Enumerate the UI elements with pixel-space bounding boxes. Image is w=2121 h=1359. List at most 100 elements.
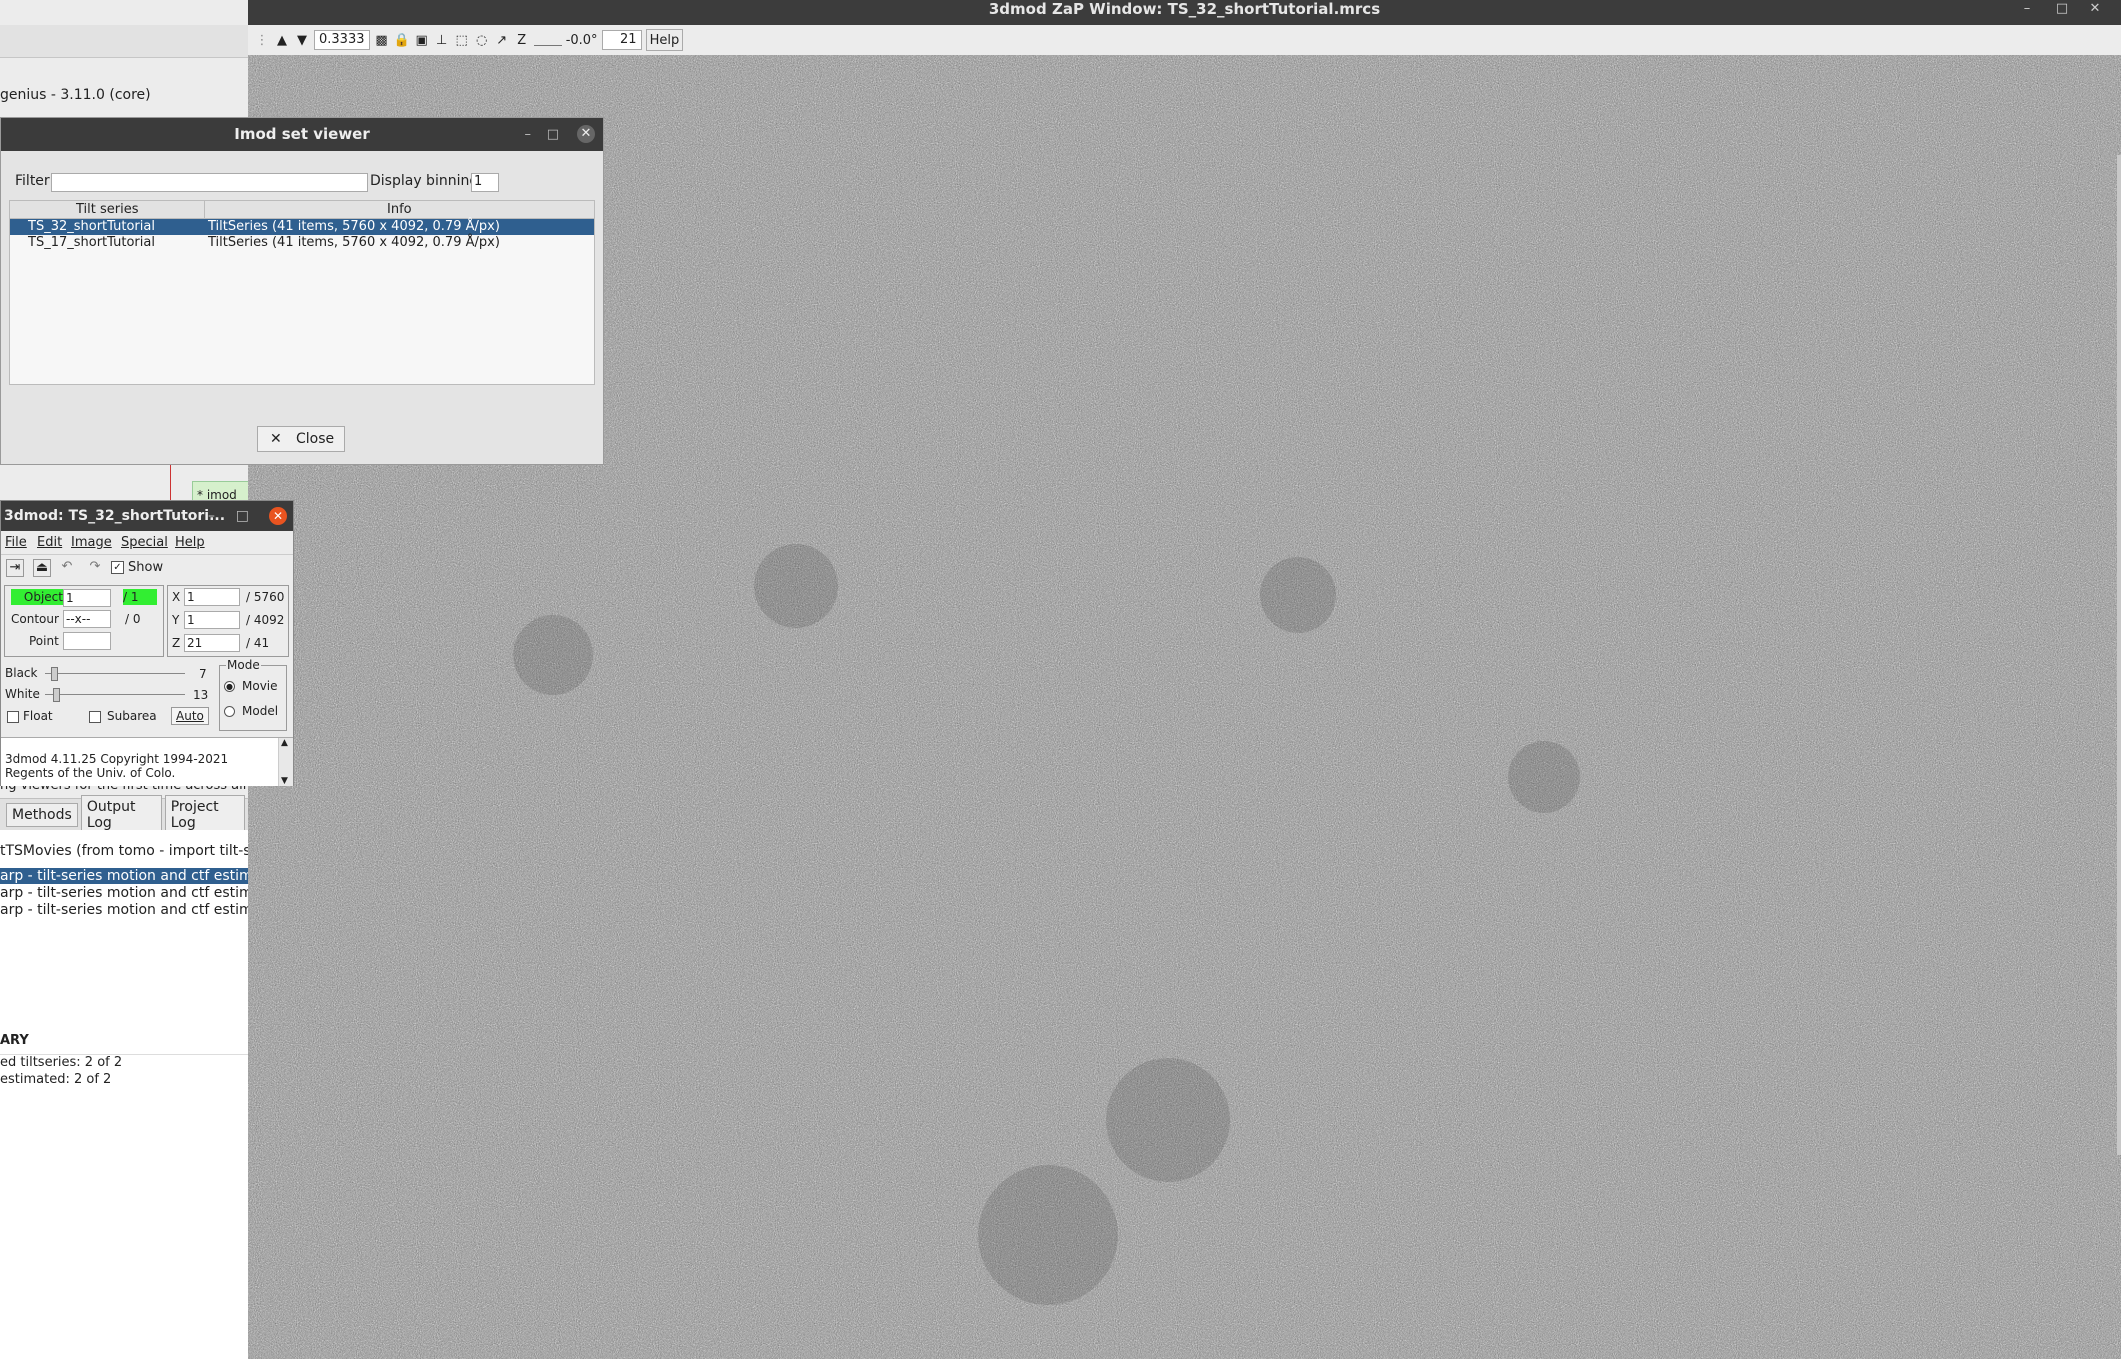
version-line: genius - 3.11.0 (core)	[0, 87, 151, 103]
object-spinbox[interactable]: 1	[63, 589, 111, 607]
zoom-up-arrow-icon[interactable]: ▲	[274, 30, 290, 50]
z-spinbox[interactable]: 21	[184, 634, 240, 652]
toolbar-grip-icon: ⋮	[255, 32, 269, 48]
bg-tabs-bar: Methods Output Log Project Log	[0, 795, 248, 835]
binning-input[interactable]: 1	[471, 173, 499, 192]
minimize-icon[interactable]: –	[208, 501, 215, 531]
minimize-icon[interactable]: –	[2013, 0, 2041, 18]
white-label: White	[5, 687, 40, 701]
xyz-box: X 1 / 5760 Y 1 / 4092 Z 21 / 41	[167, 585, 289, 657]
maximize-icon[interactable]: □	[236, 501, 249, 531]
mode-group: Mode ● Movie Model	[219, 658, 287, 731]
menu-help[interactable]: Help	[175, 532, 205, 554]
filter-label: Filter	[15, 173, 50, 189]
zap-window-titlebar: 3dmod ZaP Window: TS_32_shortTutorial.mr…	[248, 0, 2121, 25]
menu-bar: File Edit Image Special Help	[1, 532, 293, 555]
tab-methods[interactable]: Methods	[6, 803, 78, 827]
run-item[interactable]: arp - tilt-series motion and ctf estimat…	[0, 885, 279, 901]
set-viewer-titlebar: Imod set viewer – □ ✕	[1, 118, 603, 151]
y-total: / 4092	[246, 613, 285, 627]
close-icon[interactable]: ✕	[269, 507, 287, 525]
menu-file[interactable]: File	[5, 532, 27, 554]
tilt-series-table: Tilt series Info TS_32_shortTutorial Til…	[9, 200, 595, 385]
row-name: TS_17_shortTutorial	[28, 235, 155, 250]
raise-windows-icon[interactable]: ⏏	[33, 559, 51, 577]
3dmod-toolbar: ⇥ ⏏ ↶ ↷ ✓ Show	[1, 556, 293, 582]
3dmod-log: 3dmod 4.11.25 Copyright 1994-2021 Regent…	[1, 737, 293, 786]
subarea-label: Subarea	[107, 709, 157, 723]
object-label: Object	[11, 589, 65, 605]
zoom-field[interactable]: 0.3333	[314, 30, 370, 50]
imod-set-viewer-dialog: Imod set viewer – □ ✕ Filter Display bin…	[0, 117, 604, 465]
menu-special[interactable]: Special	[121, 532, 168, 554]
zap-toolbar: ⋮ ▲ ▼ 0.3333 ▩ 🔒 ▣ ⊥ ⬚ ◌ ↗ Z -0.0° 21 He…	[248, 25, 2121, 56]
close-button[interactable]: ✕ Close	[257, 426, 345, 452]
tab-project-log[interactable]: Project Log	[164, 795, 245, 835]
maximize-icon[interactable]: □	[2048, 0, 2076, 18]
table-row[interactable]: TS_32_shortTutorial TiltSeries (41 items…	[10, 219, 594, 235]
undo-icon[interactable]: ↶	[59, 559, 75, 575]
keep-on-top-icon[interactable]: ⇥	[6, 559, 24, 577]
scroll-up-icon[interactable]: ▲	[281, 738, 288, 748]
table-row[interactable]: TS_17_shortTutorial TiltSeries (41 items…	[10, 235, 594, 251]
white-slider-handle[interactable]	[53, 688, 60, 702]
redo-icon[interactable]: ↷	[87, 559, 103, 575]
close-icon[interactable]: ✕	[2081, 0, 2109, 18]
zap-window-title: 3dmod ZaP Window: TS_32_shortTutorial.mr…	[988, 0, 1381, 18]
lasso-icon[interactable]: ◌	[474, 30, 490, 50]
black-slider[interactable]	[45, 673, 185, 674]
maximize-icon[interactable]: □	[547, 118, 559, 151]
tab-output-log[interactable]: Output Log	[80, 795, 162, 835]
table-header: Tilt series Info	[10, 201, 594, 219]
angle-slider[interactable]	[533, 35, 562, 46]
help-button[interactable]: Help	[645, 29, 684, 51]
column-divider	[204, 201, 205, 218]
zoom-down-arrow-icon[interactable]: ▼	[294, 30, 310, 50]
white-slider[interactable]	[45, 694, 185, 695]
auto-button[interactable]: Auto	[171, 707, 209, 725]
set-viewer-title: Imod set viewer	[234, 125, 370, 143]
3dmod-titlebar: 3dmod: TS_32_shortTutori... – □ ✕	[1, 501, 293, 531]
y-label: Y	[172, 613, 180, 627]
x-label: X	[172, 590, 181, 604]
3dmod-main-window: 3dmod: TS_32_shortTutori... – □ ✕ File E…	[0, 500, 294, 786]
arrow-icon[interactable]: ↗	[494, 30, 510, 50]
column-header-info[interactable]: Info	[387, 202, 412, 217]
interpolation-toggle-icon[interactable]: ▩	[374, 30, 390, 50]
row-name: TS_32_shortTutorial	[28, 219, 155, 234]
zap-scrollbar[interactable]	[2117, 155, 2121, 1155]
show-checkbox[interactable]: ✓	[111, 561, 124, 574]
point-spinbox[interactable]	[63, 632, 111, 650]
run-item[interactable]: arp - tilt-series motion and ctf estimat…	[0, 902, 279, 918]
scroll-down-icon[interactable]: ▼	[281, 776, 288, 786]
float-checkbox[interactable]	[7, 711, 19, 723]
row-info: TiltSeries (41 items, 5760 x 4092, 0.79 …	[208, 219, 500, 234]
point-label: Point	[29, 634, 59, 648]
run-item[interactable]: arp - tilt-series motion and ctf estimat…	[0, 868, 279, 884]
filter-input[interactable]	[51, 173, 368, 192]
black-slider-handle[interactable]	[51, 667, 58, 681]
column-header-tilt-series[interactable]: Tilt series	[76, 202, 139, 217]
menu-image[interactable]: Image	[71, 532, 112, 554]
log-scrollbar[interactable]: ▲ ▼	[278, 738, 293, 786]
log-line: Regents of the Univ. of Colo.	[5, 766, 176, 780]
contour-spinbox[interactable]: --x--	[63, 610, 111, 628]
lock-icon[interactable]: 🔒	[394, 30, 410, 50]
y-spinbox[interactable]: 1	[184, 611, 240, 629]
close-icon[interactable]: ✕	[577, 125, 595, 143]
z-label: Z	[172, 636, 181, 650]
rubberband-icon[interactable]: ⬚	[454, 30, 470, 50]
summary-line: estimated: 2 of 2	[0, 1072, 112, 1087]
bg-app-header	[0, 25, 248, 58]
menu-edit[interactable]: Edit	[37, 532, 62, 554]
x-total: / 5760	[246, 590, 285, 604]
insert-mode-icon[interactable]: ⊥	[434, 30, 450, 50]
center-toggle-icon[interactable]: ▣	[414, 30, 430, 50]
black-label: Black	[5, 666, 38, 680]
movie-radio[interactable]: ●	[224, 681, 235, 692]
model-radio[interactable]	[224, 706, 235, 717]
x-spinbox[interactable]: 1	[184, 588, 240, 606]
minimize-icon[interactable]: –	[525, 118, 532, 151]
section-field[interactable]: 21	[601, 30, 642, 50]
subarea-checkbox[interactable]	[89, 711, 101, 723]
